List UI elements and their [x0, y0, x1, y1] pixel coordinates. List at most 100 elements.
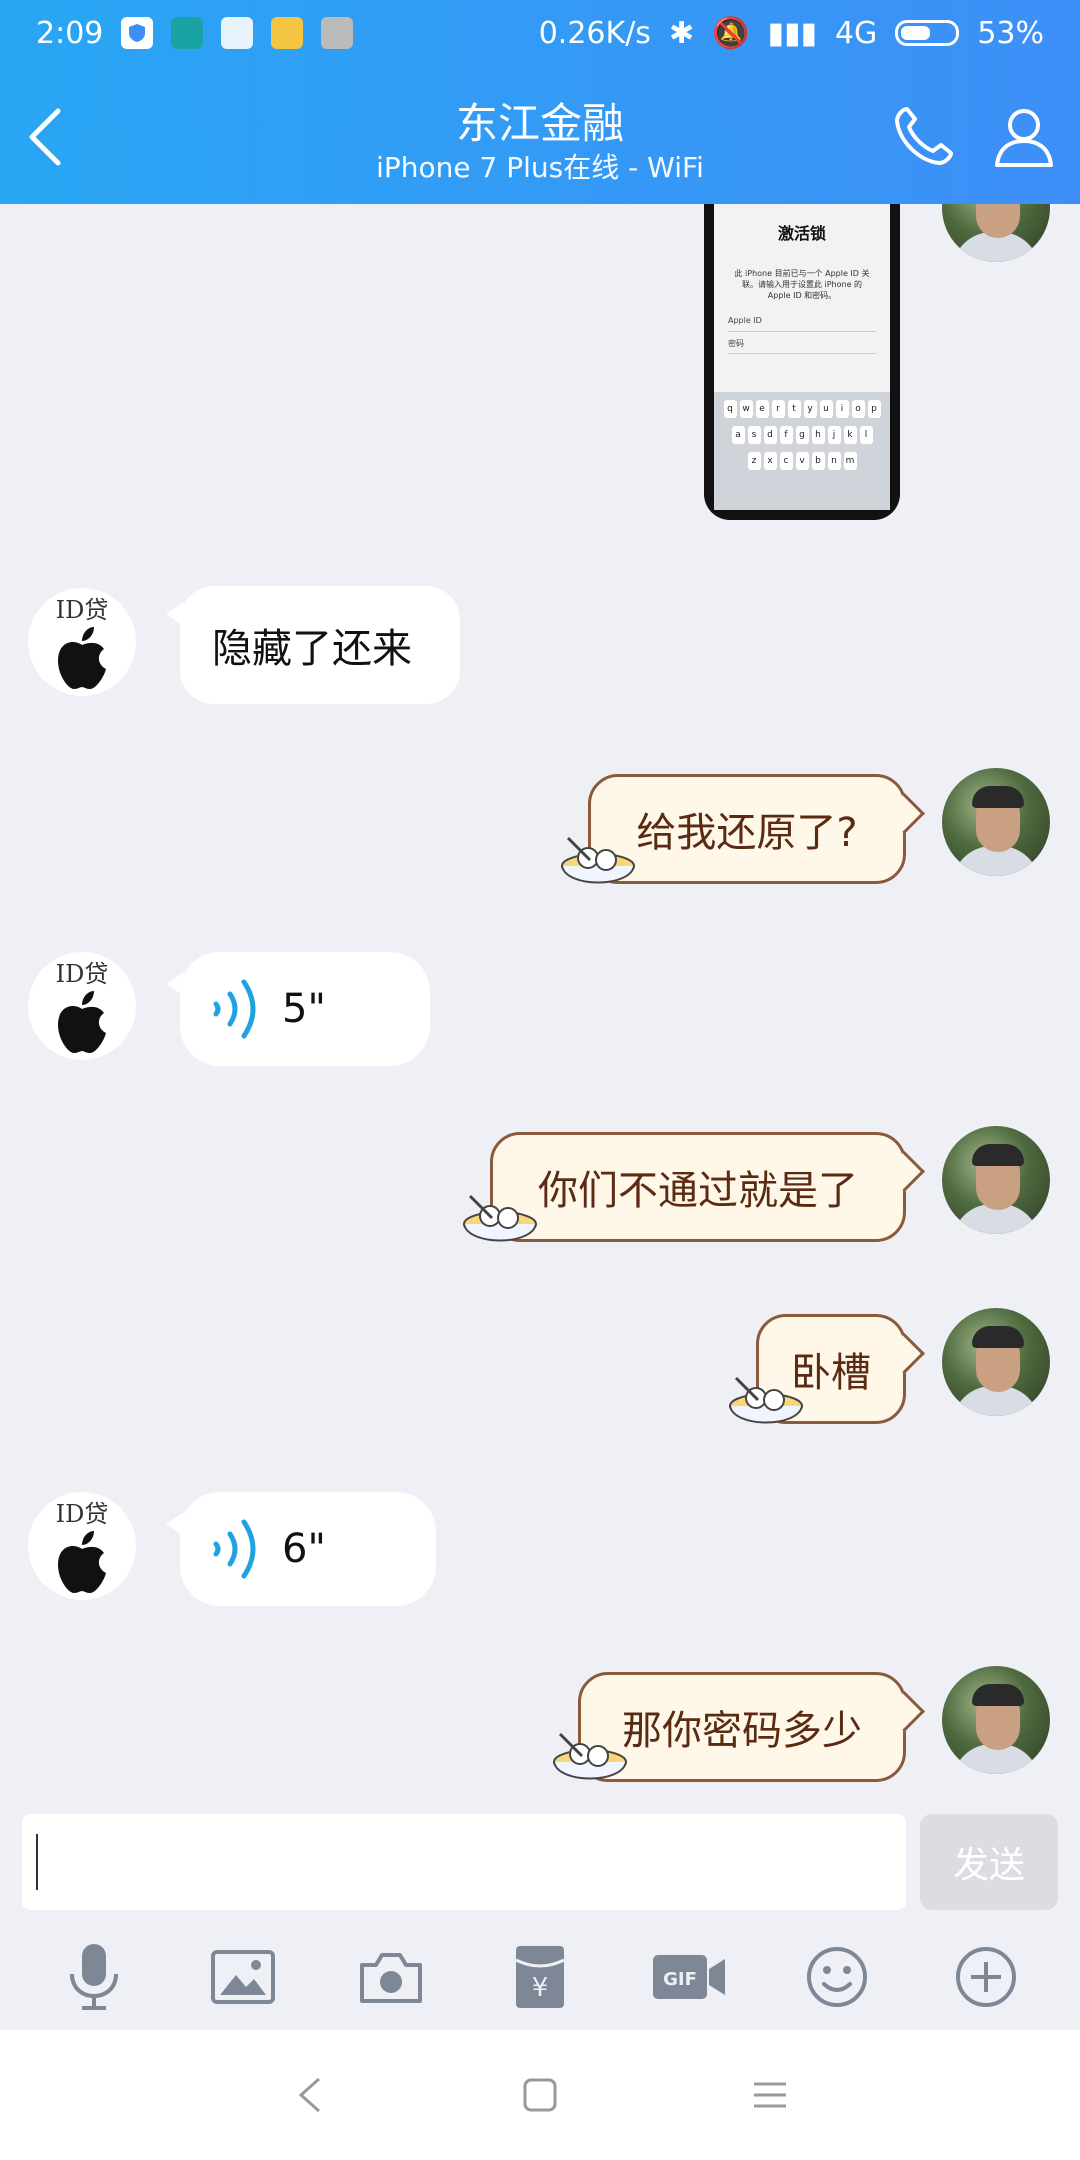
- square-icon: [523, 2078, 557, 2112]
- network-speed: 0.26K/s: [538, 15, 651, 51]
- mute-icon: 🔕: [712, 15, 750, 51]
- status-bar: 2:09 0.26K/s ✱ 🔕 ▮▮▮ 4G 53%: [0, 0, 1080, 66]
- my-avatar[interactable]: [942, 204, 1050, 262]
- person-icon: [995, 109, 1053, 167]
- apple-logo-icon: [58, 626, 106, 689]
- screenshot-key: m: [843, 452, 857, 470]
- activation-lock-screenshot: 激活锁 此 iPhone 目前已与一个 Apple ID 关联。请输入用于设置此…: [714, 204, 890, 510]
- red-packet-icon: ¥: [515, 1946, 565, 2008]
- voice-button[interactable]: [49, 1932, 139, 2022]
- screenshot-key: v: [795, 452, 809, 470]
- message-bubble[interactable]: 你们不通过就是了: [490, 1132, 906, 1242]
- screenshot-key: j: [827, 426, 841, 444]
- contact-avatar[interactable]: ID贷: [28, 588, 136, 696]
- system-nav-bar: [0, 2030, 1080, 2160]
- screenshot-key: o: [851, 400, 865, 418]
- svg-text:GIF: GIF: [663, 1969, 697, 1990]
- contact-avatar[interactable]: ID贷: [28, 1492, 136, 1600]
- my-avatar[interactable]: [942, 1666, 1050, 1774]
- nav-bar: 东江金融 iPhone 7 Plus在线 - WiFi: [0, 66, 1080, 204]
- screenshot-key: e: [755, 400, 769, 418]
- profile-button[interactable]: [984, 96, 1064, 176]
- voice-duration: 6": [282, 1526, 326, 1572]
- screenshot-keyboard: qwertyuiop asdfghjkl zxcvbnm: [714, 392, 890, 510]
- screenshot-key: q: [723, 400, 737, 418]
- voice-wave-icon: [213, 979, 256, 1039]
- message-bubble[interactable]: 隐藏了还来: [166, 586, 460, 704]
- screenshot-key: s: [747, 426, 761, 444]
- network-type: 4G: [834, 15, 878, 51]
- microphone-icon: [70, 1944, 119, 2010]
- voice-message-bubble[interactable]: 6": [166, 1492, 436, 1606]
- red-packet-button[interactable]: ¥: [495, 1932, 585, 2022]
- input-toolbar: ¥ GIF: [0, 1924, 1080, 2030]
- gif-icon: GIF: [652, 1955, 725, 1999]
- screenshot-key: d: [763, 426, 777, 444]
- screenshot-key: k: [843, 426, 857, 444]
- screenshot-appleid-field: Apple ID: [728, 316, 876, 332]
- screenshot-key: c: [779, 452, 793, 470]
- image-button[interactable]: [198, 1932, 288, 2022]
- screenshot-key: w: [739, 400, 753, 418]
- gif-button[interactable]: GIF: [644, 1932, 734, 2022]
- bowl-sticker-icon: [561, 836, 635, 884]
- screenshot-body: 此 iPhone 目前已与一个 Apple ID 关联。请输入用于设置此 iPh…: [734, 269, 870, 300]
- screenshot-key: h: [811, 426, 825, 444]
- image-icon: [210, 1950, 275, 2004]
- bowl-sticker-icon: [729, 1376, 803, 1424]
- voice-duration: 5": [282, 986, 326, 1032]
- signal-icon: ▮▮▮: [767, 15, 817, 51]
- shield-icon: [121, 17, 154, 49]
- camera-button[interactable]: [346, 1932, 436, 2022]
- screenshot-password-field: 密码: [728, 338, 876, 354]
- send-button[interactable]: 发送: [920, 1814, 1058, 1910]
- camera-icon: [360, 1953, 423, 2003]
- screenshot-key: u: [819, 400, 833, 418]
- my-avatar[interactable]: [942, 768, 1050, 876]
- emoji-button[interactable]: [792, 1932, 882, 2022]
- bowl-sticker-icon: [463, 1194, 537, 1242]
- screenshot-key: r: [771, 400, 785, 418]
- screenshot-key: g: [795, 426, 809, 444]
- apple-logo-icon: [58, 990, 106, 1053]
- screenshot-key: f: [779, 426, 793, 444]
- app-icon: [321, 17, 354, 49]
- plus-circle-icon: [955, 1947, 1016, 2007]
- text-cursor: [36, 1834, 38, 1890]
- screenshot-key: n: [827, 452, 841, 470]
- screenshot-key: x: [763, 452, 777, 470]
- screenshot-key: y: [803, 400, 817, 418]
- app-icon: [171, 17, 204, 49]
- voice-wave-icon: [213, 1519, 256, 1579]
- screenshot-key: t: [787, 400, 801, 418]
- screenshot-title: 激活锁: [777, 224, 826, 243]
- app-icon: [271, 17, 304, 49]
- smile-icon: [807, 1947, 868, 2007]
- screenshot-key: b: [811, 452, 825, 470]
- menu-icon: [754, 2082, 786, 2108]
- input-bar: 发送: [0, 1804, 1080, 1924]
- status-time: 2:09: [36, 15, 104, 51]
- chat-header: 2:09 0.26K/s ✱ 🔕 ▮▮▮ 4G 53% 东江金融 iPhone …: [0, 0, 1080, 204]
- svg-text:¥: ¥: [532, 1973, 549, 2003]
- call-button[interactable]: [884, 96, 964, 176]
- phone-icon: [895, 107, 953, 165]
- system-menu-button[interactable]: [735, 2060, 805, 2130]
- app-icon: [221, 17, 254, 49]
- message-list[interactable]: 激活锁 此 iPhone 目前已与一个 Apple ID 关联。请输入用于设置此…: [0, 204, 1080, 1804]
- battery-percent: 53%: [977, 15, 1044, 51]
- screenshot-key: l: [859, 426, 873, 444]
- message-input[interactable]: [22, 1814, 906, 1910]
- system-back-button[interactable]: [275, 2060, 345, 2130]
- contact-avatar[interactable]: ID贷: [28, 952, 136, 1060]
- my-avatar[interactable]: [942, 1126, 1050, 1234]
- apple-logo-icon: [58, 1530, 106, 1593]
- image-message[interactable]: 激活锁 此 iPhone 目前已与一个 Apple ID 关联。请输入用于设置此…: [704, 204, 900, 520]
- my-avatar[interactable]: [942, 1308, 1050, 1416]
- bowl-sticker-icon: [553, 1732, 627, 1780]
- screenshot-key: p: [867, 400, 881, 418]
- voice-message-bubble[interactable]: 5": [166, 952, 430, 1066]
- chevron-left-icon: [298, 2077, 320, 2113]
- system-home-button[interactable]: [505, 2060, 575, 2130]
- more-button[interactable]: [941, 1932, 1031, 2022]
